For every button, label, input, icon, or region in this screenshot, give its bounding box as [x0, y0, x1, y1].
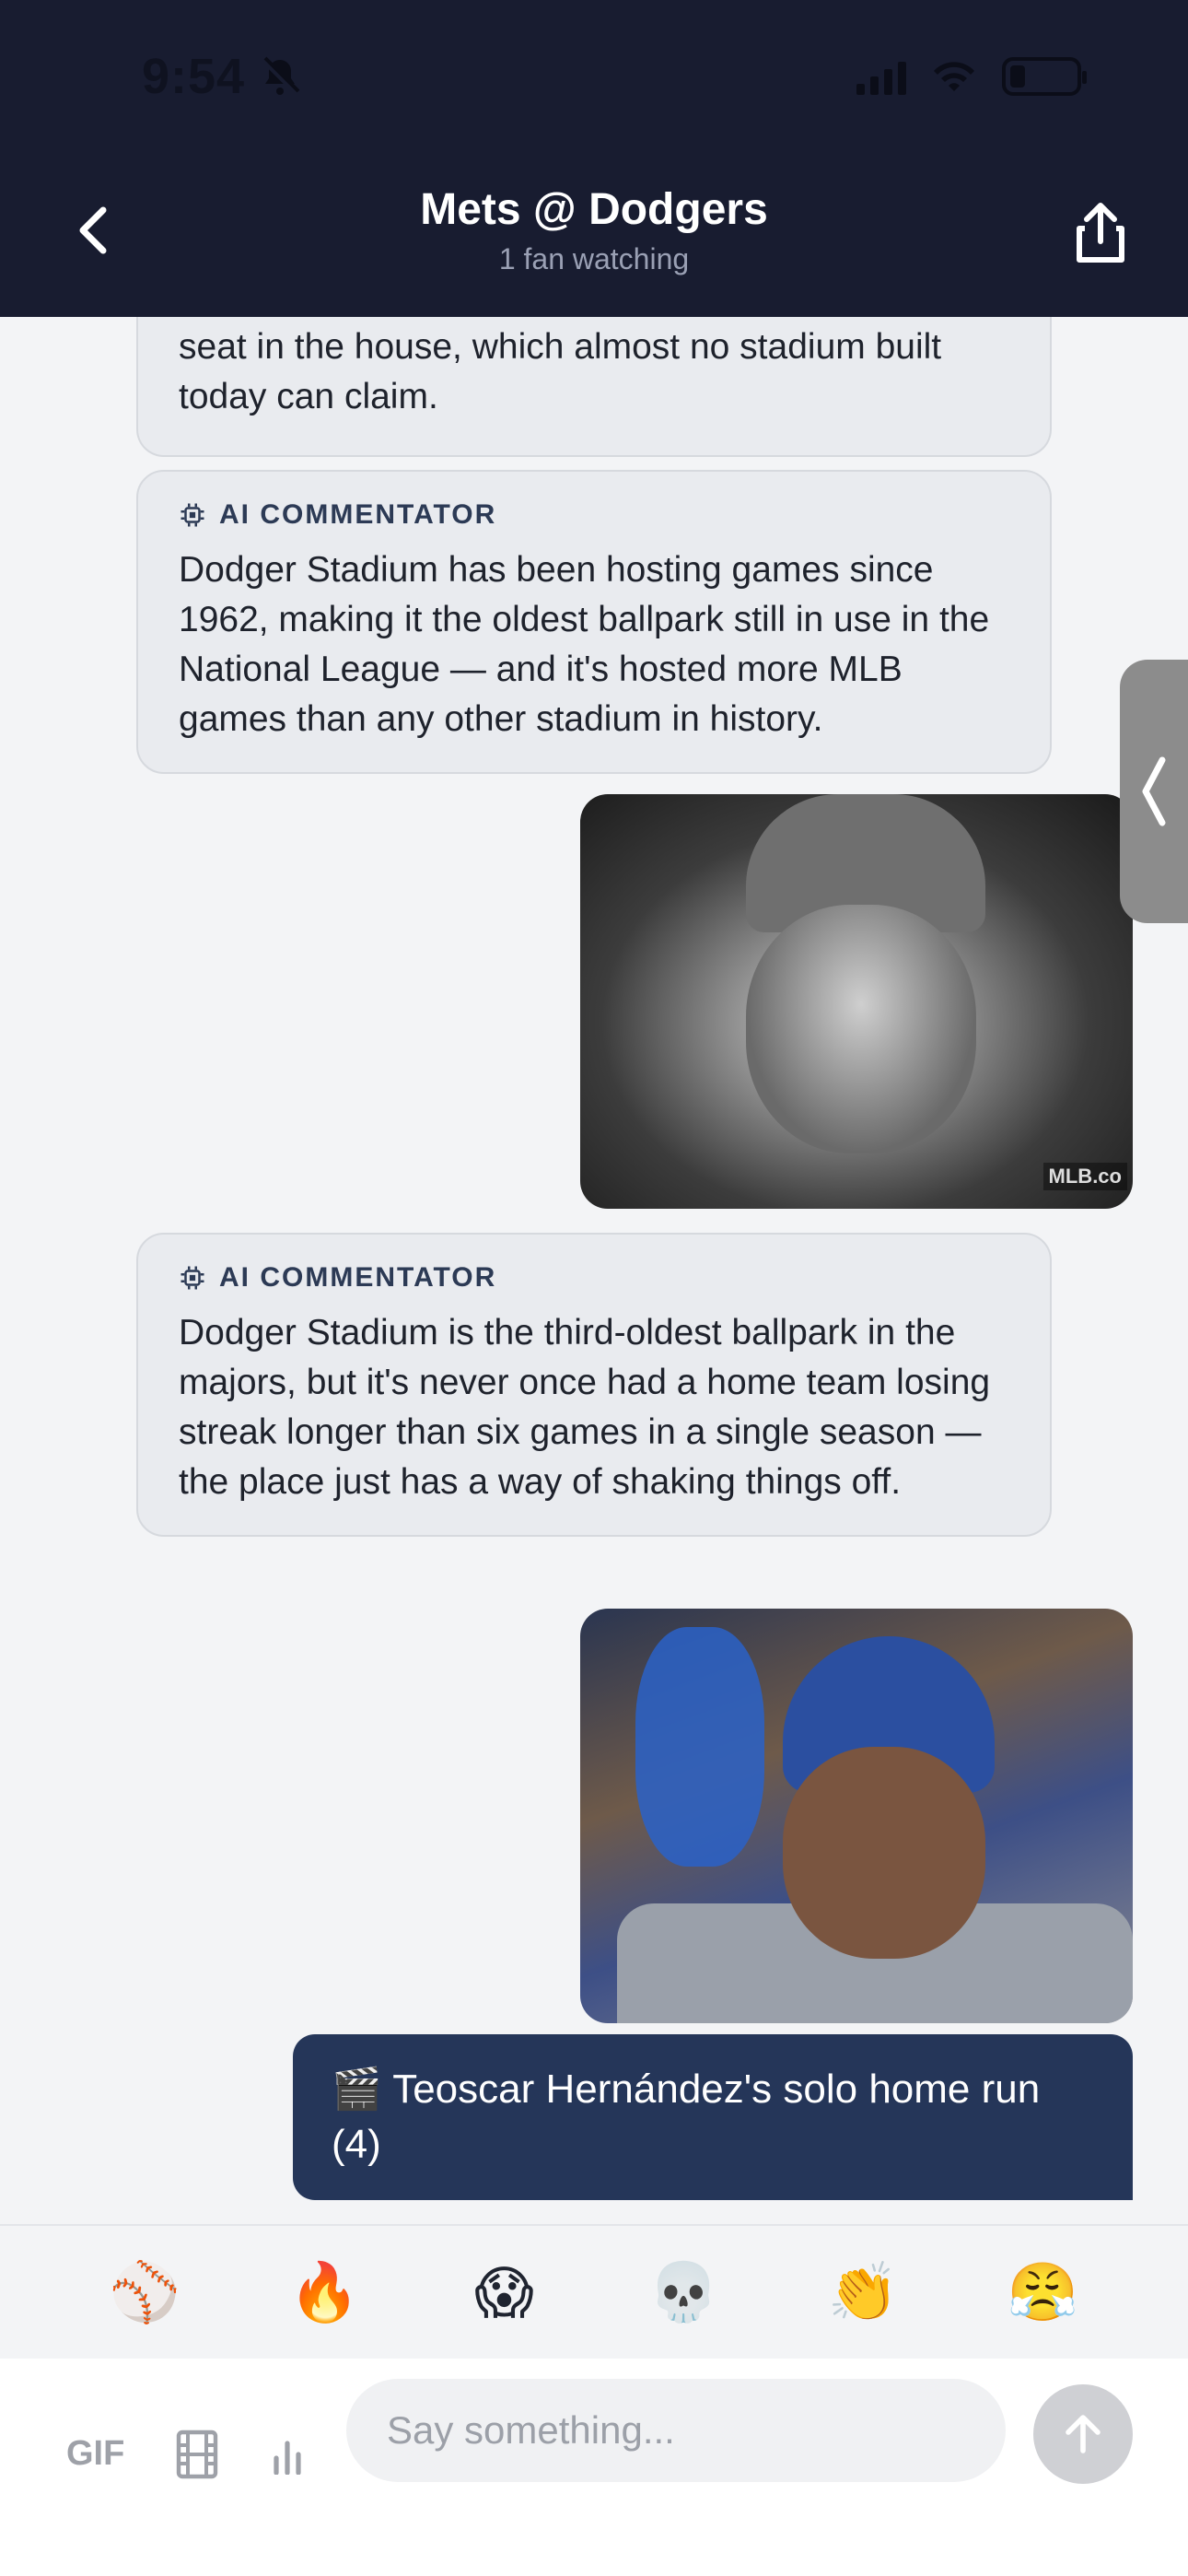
- chip-icon: [181, 1266, 204, 1290]
- ai-label: AI COMMENTATOR: [179, 499, 1009, 531]
- clock: 9:54: [142, 49, 246, 104]
- reaction-scream[interactable]: 😱: [454, 2259, 555, 2326]
- ai-label: AI COMMENTATOR: [179, 1262, 1009, 1294]
- player-face: [746, 905, 976, 1153]
- header: 9:54 Mets @ Dodgers 1 fan watching: [0, 0, 1188, 317]
- title-block: Mets @ Dodgers 1 fan watching: [0, 184, 1188, 276]
- arrow-up-icon: [1066, 2415, 1101, 2453]
- viewer-count: 1 fan watching: [498, 242, 690, 275]
- share-button[interactable]: [1070, 201, 1131, 265]
- bell-muted-icon: [261, 56, 300, 96]
- gif-message[interactable]: [580, 1609, 1133, 2023]
- player-face: [783, 1747, 985, 1959]
- status-time: 9:54: [142, 48, 302, 105]
- ai-commentator-card: AI COMMENTATOR Dodger Stadium is the thi…: [136, 1233, 1052, 1537]
- side-panel-toggle[interactable]: [1120, 660, 1188, 923]
- page-title: Mets @ Dodgers: [420, 185, 768, 234]
- ai-message-text: Dodger Stadium has been hosting games si…: [179, 550, 990, 739]
- user-message-bubble[interactable]: 🎬 Teoscar Hernández's solo home run (4): [293, 2034, 1133, 2200]
- ai-label-text: AI COMMENTATOR: [219, 1262, 497, 1293]
- reaction-steam[interactable]: 😤: [993, 2259, 1094, 2326]
- gif-button[interactable]: GIF: [66, 2434, 124, 2474]
- ai-card-partial-text: seat in the house, which almost no stadi…: [179, 327, 942, 416]
- send-button[interactable]: [1033, 2384, 1133, 2484]
- gif-message[interactable]: MLB.co: [580, 794, 1133, 1209]
- status-indicators: [856, 57, 1087, 96]
- share-icon: [1077, 203, 1124, 263]
- watermark: MLB.co: [1042, 1163, 1127, 1190]
- cellular-signal-icon: [856, 58, 906, 95]
- reaction-baseball[interactable]: ⚾: [95, 2259, 196, 2326]
- chip-icon: [181, 503, 204, 527]
- reaction-bar: ⚾ 🔥 😱 💀 👏 😤: [0, 2224, 1188, 2359]
- reaction-fire[interactable]: 🔥: [274, 2259, 376, 2326]
- battery-icon: [1002, 57, 1087, 96]
- message-input[interactable]: [346, 2379, 1006, 2482]
- chevron-left-icon: [1142, 756, 1166, 826]
- reaction-clap[interactable]: 👏: [813, 2259, 914, 2326]
- ai-card-partial: seat in the house, which almost no stadi…: [136, 317, 1052, 457]
- wifi-icon: [934, 62, 974, 91]
- chat-feed[interactable]: seat in the house, which almost no stadi…: [0, 317, 1188, 2224]
- teammate: [635, 1627, 764, 1867]
- ai-commentator-card: AI COMMENTATOR Dodger Stadium has been h…: [136, 470, 1052, 774]
- film-icon[interactable]: [175, 2429, 219, 2480]
- ai-label-text: AI COMMENTATOR: [219, 499, 497, 530]
- poll-icon[interactable]: [269, 2436, 306, 2475]
- ai-message-text: Dodger Stadium is the third-oldest ballp…: [179, 1313, 991, 1502]
- composer: GIF: [0, 2359, 1188, 2576]
- reaction-skull[interactable]: 💀: [634, 2259, 735, 2326]
